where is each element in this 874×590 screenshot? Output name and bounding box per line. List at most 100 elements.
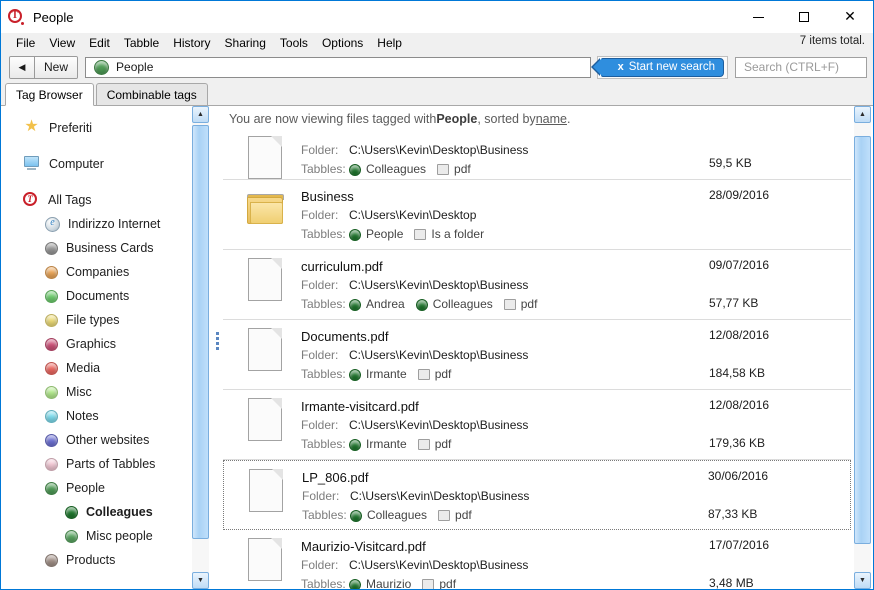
start-new-search-button[interactable]: x Start new search [590,57,724,77]
sidebar-item-computer[interactable]: Computer [1,151,213,176]
scroll-thumb[interactable] [192,125,209,539]
menu-help[interactable]: Help [370,35,409,51]
scroll-up-button[interactable]: ▲ [192,106,209,123]
file-list[interactable]: Folder: C:\Users\Kevin\Desktop\Business … [223,132,851,589]
back-button[interactable]: ◀ [10,56,35,78]
menu-edit[interactable]: Edit [82,35,117,51]
tag-bullet-icon [349,228,361,241]
file-tag-chip[interactable]: Andrea [349,295,405,314]
sidebar-item-label: Notes [66,409,99,423]
sidebar-item-indirizzo-internet[interactable]: Indirizzo Internet [1,212,213,236]
file-tag-chip[interactable]: Colleagues [415,295,493,314]
folder-icon [247,194,284,224]
sidebar-item-documents[interactable]: Documents [1,284,213,308]
file-type-square-icon [417,369,430,380]
sidebar-item-label: Media [66,361,101,375]
file-tag-chip[interactable]: Colleagues [350,506,427,525]
sidebar-item-media[interactable]: Media [1,356,213,380]
file-tag-chip[interactable]: Irmante [349,435,407,454]
maximize-button[interactable] [781,1,827,33]
sidebar-item-notes[interactable]: Notes [1,404,213,428]
menu-file[interactable]: File [9,35,42,51]
table-row[interactable]: Documents.pdf Folder: C:\Users\Kevin\Des… [223,320,851,390]
menu-tools[interactable]: Tools [273,35,315,51]
scroll-up-button[interactable]: ▲ [854,106,871,123]
menu-history[interactable]: History [166,35,217,51]
sidebar-item-people[interactable]: People [1,476,213,500]
tag-bullet-icon [350,509,362,522]
sidebar-item-graphics[interactable]: Graphics [1,332,213,356]
sidebar-item-label: Misc [66,385,92,399]
menu-options[interactable]: Options [315,35,370,51]
tag-bullet-icon [349,368,361,381]
sidebar-item-business-cards[interactable]: Business Cards [1,236,213,260]
file-tag-chip[interactable]: People [349,225,403,244]
notice-sort-link[interactable]: name [536,112,567,126]
tag-bullet-icon [45,409,58,423]
table-row[interactable]: Folder: C:\Users\Kevin\Desktop\Business … [223,132,851,180]
pdf-document-icon [248,258,282,301]
sidebar-item-companies[interactable]: Companies [1,260,213,284]
tag-bullet-icon [415,298,428,311]
sidebar-scrollbar[interactable]: ▲ ▼ [192,106,209,589]
scroll-down-button[interactable]: ▼ [854,572,871,589]
file-tag-chip[interactable]: pdf [437,160,471,179]
scroll-thumb[interactable] [854,136,871,544]
file-tag-chip[interactable]: Maurizio [349,575,411,589]
file-date: 09/07/2016 [709,258,770,272]
notice-tag: People [436,112,478,126]
sidebar-item-parts-of-tabbles[interactable]: Parts of Tabbles [1,452,213,476]
table-row[interactable]: Maurizio-Visitcard.pdf Folder: C:\Users\… [223,530,851,589]
file-tag-label: Colleagues [367,508,428,522]
back-new-group: ◀ New [9,55,79,79]
tag-bullet-icon [45,337,58,351]
tab-combinable-tags[interactable]: Combinable tags [95,83,208,105]
file-folder-path: C:\Users\Kevin\Desktop\Business [349,143,529,157]
file-tag-chip[interactable]: pdf [438,506,472,525]
file-type-square-icon [503,299,516,310]
file-tag-chip[interactable]: pdf [417,435,451,454]
menu-tabble[interactable]: Tabble [117,35,166,51]
menu-sharing[interactable]: Sharing [218,35,273,51]
file-tag-chip[interactable]: pdf [422,575,456,589]
search-box[interactable] [735,56,867,78]
sidebar-item-products[interactable]: Products [1,548,213,572]
sidebar-item-misc[interactable]: Misc [1,380,213,404]
search-input[interactable] [742,59,860,75]
menu-view[interactable]: View [42,35,82,51]
file-tag-label: pdf [520,297,538,311]
tab-tag-browser[interactable]: Tag Browser [5,83,94,106]
tag-bullet-icon [65,505,78,519]
table-row[interactable]: Business Folder: C:\Users\Kevin\Desktop … [223,180,851,250]
file-tag-chip[interactable]: pdf [417,365,451,384]
sidebar-item-label: Business Cards [66,241,154,255]
application-window: T People ✕ File View Edit Tabble History… [0,0,874,590]
breadcrumb-tag-people[interactable]: People [94,59,153,75]
sidebar-item-label: File types [66,313,120,327]
breadcrumb[interactable]: People [85,56,591,78]
file-tag-chip[interactable]: Irmante [349,365,407,384]
tabbles-label: Tabbles: [301,297,346,311]
sidebar-item-colleagues[interactable]: Colleagues [1,500,213,524]
file-tag-chip[interactable]: Colleagues [349,160,426,179]
file-tag-chip[interactable]: pdf [503,295,538,314]
file-folder-line: Folder: C:\Users\Kevin\Desktop\Business [302,487,850,506]
close-button[interactable]: ✕ [827,1,873,33]
file-list-scrollbar[interactable]: ▲ ▼ [854,106,871,589]
minimize-button[interactable] [735,1,781,33]
table-row[interactable]: curriculum.pdf Folder: C:\Users\Kevin\De… [223,250,851,320]
sidebar-item-all-tags[interactable]: T All Tags [1,187,213,212]
pdf-document-icon [248,136,282,179]
panel-splitter[interactable] [213,106,223,589]
table-row[interactable]: LP_806.pdf Folder: C:\Users\Kevin\Deskto… [223,460,851,530]
sidebar-item-other-websites[interactable]: Other websites [1,428,213,452]
table-row[interactable]: Irmante-visitcard.pdf Folder: C:\Users\K… [223,390,851,460]
scroll-down-button[interactable]: ▼ [192,572,209,589]
sidebar-item-file-types[interactable]: File types [1,308,213,332]
new-button[interactable]: New [35,56,78,78]
sidebar-item-preferiti[interactable]: ★ Preferiti [1,115,213,140]
sidebar-item-misc-people[interactable]: Misc people [1,524,213,548]
file-tag-chip[interactable]: Is a folder [414,225,484,244]
window-controls: ✕ [735,1,873,33]
